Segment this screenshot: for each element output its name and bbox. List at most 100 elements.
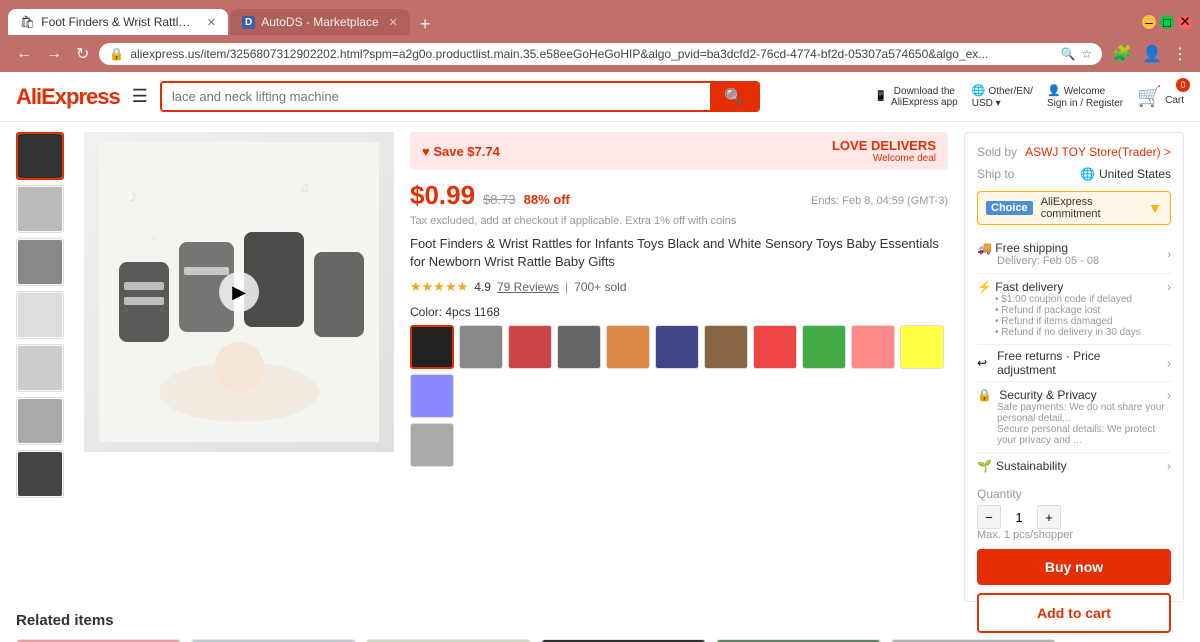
cart-button[interactable]: 🛒 0 Cart — [1137, 84, 1184, 109]
account-menu[interactable]: 👤 WelcomeSign in / Register — [1047, 84, 1123, 109]
chevron-right-icon: › — [1167, 247, 1171, 261]
promo-subtitle: Welcome deal — [832, 153, 936, 164]
color-swatch-12[interactable] — [410, 423, 454, 467]
main-image-area: ♪ ♫ ★ — [84, 132, 394, 602]
store-link[interactable]: ASWJ TOY Store(Trader) > — [1025, 145, 1171, 159]
sustainability-label: Sustainability — [996, 459, 1067, 473]
color-swatch-4[interactable] — [606, 325, 650, 369]
thumb-6[interactable] — [16, 397, 64, 445]
close-button[interactable]: ✕ — [1178, 15, 1192, 29]
right-panel: Sold by ASWJ TOY Store(Trader) > Ship to… — [964, 132, 1184, 602]
profile-icon[interactable]: 👤 — [1142, 44, 1162, 64]
tab-close-0[interactable]: ✕ — [207, 16, 216, 29]
color-swatch-7[interactable] — [753, 325, 797, 369]
address-bar: ← → ↻ 🔒 aliexpress.us/item/3256807312902… — [0, 38, 1200, 72]
cart-label: Cart — [1165, 95, 1184, 106]
thumb-5[interactable] — [16, 344, 64, 392]
svg-text:♪: ♪ — [129, 186, 138, 206]
color-swatch-0[interactable] — [410, 325, 454, 369]
quantity-label: Quantity — [977, 487, 1171, 501]
product-info: ♥ Save $7.74 LOVE DELIVERS Welcome deal … — [410, 132, 948, 602]
separator: | — [565, 280, 568, 294]
tab-label-1: AutoDS - Marketplace — [261, 15, 378, 29]
globe-icon: 🌐 — [972, 85, 986, 97]
back-button[interactable]: ← — [12, 43, 36, 65]
add-to-cart-button[interactable]: Add to cart — [977, 593, 1171, 633]
decrease-qty-button[interactable]: − — [977, 505, 1001, 529]
thumb-4[interactable] — [16, 291, 64, 339]
color-swatch-3[interactable] — [557, 325, 601, 369]
fast-delivery-row[interactable]: ⚡ Fast delivery • $1.00 coupon code if d… — [977, 274, 1171, 345]
globe-small-icon: 🌐 — [1080, 167, 1095, 181]
forward-button[interactable]: → — [42, 43, 66, 65]
country-name: United States — [1099, 167, 1171, 181]
app-label: Download theAliExpress app — [891, 86, 958, 108]
thumb-7[interactable] — [16, 450, 64, 498]
rating-number: 4.9 — [474, 280, 491, 294]
free-shipping-row[interactable]: 🚚 Free shipping Delivery: Feb 05 - 08 › — [977, 235, 1171, 274]
original-price: $8.73 — [483, 192, 516, 207]
security-row[interactable]: 🔒 Security & Privacy Safe payments: We d… — [977, 381, 1171, 452]
tab-1[interactable]: D AutoDS - Marketplace ✕ — [230, 9, 410, 35]
ship-to-value[interactable]: 🌐 United States — [1080, 167, 1171, 181]
choice-label: Choice — [986, 201, 1033, 215]
download-app[interactable]: 📱 Download theAliExpress app — [875, 86, 958, 108]
ali-header: AliExpress ☰ 🔍 📱 Download theAliExpress … — [0, 72, 1200, 122]
ends-label: Ends: Feb 8, 04:59 (GMT-3) — [811, 195, 948, 207]
header-right: 📱 Download theAliExpress app 🌐 Other/EN/… — [875, 84, 1184, 109]
free-returns-label: Free returns · Price adjustment — [997, 349, 1161, 377]
fast-delivery-label: Fast delivery — [995, 280, 1063, 294]
sold-by-row: Sold by ASWJ TOY Store(Trader) > — [977, 145, 1171, 159]
user-icon: 👤 — [1047, 85, 1061, 97]
color-swatch-11[interactable] — [410, 374, 454, 418]
color-swatch-8[interactable] — [802, 325, 846, 369]
color-section: Color: 4pcs 1168 — [410, 305, 948, 467]
color-swatch-1[interactable] — [459, 325, 503, 369]
promo-banner: ♥ Save $7.74 LOVE DELIVERS Welcome deal — [410, 132, 948, 170]
tab-bar: 🛍 Foot Finders & Wrist Rattles fo... ✕ D… — [0, 0, 1200, 38]
sustainability-chevron-icon: › — [1167, 459, 1171, 473]
refresh-button[interactable]: ↻ — [72, 42, 93, 66]
video-play-button[interactable]: ▶ — [219, 272, 259, 312]
ali-logo: AliExpress — [16, 84, 120, 110]
new-tab-button[interactable]: + — [412, 14, 439, 35]
discount-badge: 88% off — [524, 192, 570, 207]
promo-title: LOVE DELIVERS — [832, 138, 936, 153]
color-swatch-10[interactable] — [900, 325, 944, 369]
maximize-button[interactable]: □ — [1160, 15, 1174, 29]
delivery-dates: Delivery: Feb 05 - 08 — [997, 255, 1099, 267]
url-icons: 🔍 ☆ — [1060, 47, 1092, 61]
sustainability-row[interactable]: 🌱 Sustainability › — [977, 452, 1171, 479]
thumb-3[interactable] — [16, 238, 64, 286]
page: AliExpress ☰ 🔍 📱 Download theAliExpress … — [0, 72, 1200, 642]
buy-now-button[interactable]: Buy now — [977, 549, 1171, 585]
hamburger-menu[interactable]: ☰ — [132, 86, 148, 107]
color-swatch-5[interactable] — [655, 325, 699, 369]
window-controls: – □ ✕ — [1142, 15, 1192, 29]
bookmark-icon[interactable]: ☆ — [1081, 47, 1092, 61]
minimize-button[interactable]: – — [1142, 15, 1156, 29]
free-returns-row[interactable]: ↩ Free returns · Price adjustment › — [977, 345, 1171, 381]
search-input[interactable] — [162, 83, 710, 110]
tab-close-1[interactable]: ✕ — [389, 16, 398, 29]
extra-swatches — [410, 423, 948, 467]
currency-selector[interactable]: 🌐 Other/EN/USD ▾ — [972, 84, 1033, 109]
color-swatch-6[interactable] — [704, 325, 748, 369]
reviews-link[interactable]: 79 Reviews — [497, 280, 559, 294]
quantity-section: Quantity − 1 + Max. 1 pcs/shopper — [977, 487, 1171, 541]
ali-commitment: AliExpress commitment — [1041, 196, 1140, 220]
menu-icon[interactable]: ⋮ — [1172, 44, 1188, 64]
extensions-icon[interactable]: 🧩 — [1112, 44, 1132, 64]
lock-icon: 🔒 — [109, 47, 124, 61]
phone-icon: 📱 — [875, 91, 887, 102]
security-sub: Safe payments: We do not share your pers… — [997, 402, 1167, 446]
color-swatch-9[interactable] — [851, 325, 895, 369]
url-box[interactable]: 🔒 aliexpress.us/item/3256807312902202.ht… — [99, 43, 1102, 65]
thumb-1[interactable] — [16, 132, 64, 180]
tab-0[interactable]: 🛍 Foot Finders & Wrist Rattles fo... ✕ — [8, 9, 228, 35]
search-button[interactable]: 🔍 — [710, 83, 758, 110]
lightning-icon: ⚡ — [977, 280, 992, 294]
thumb-2[interactable] — [16, 185, 64, 233]
color-swatch-2[interactable] — [508, 325, 552, 369]
increase-qty-button[interactable]: + — [1037, 505, 1061, 529]
